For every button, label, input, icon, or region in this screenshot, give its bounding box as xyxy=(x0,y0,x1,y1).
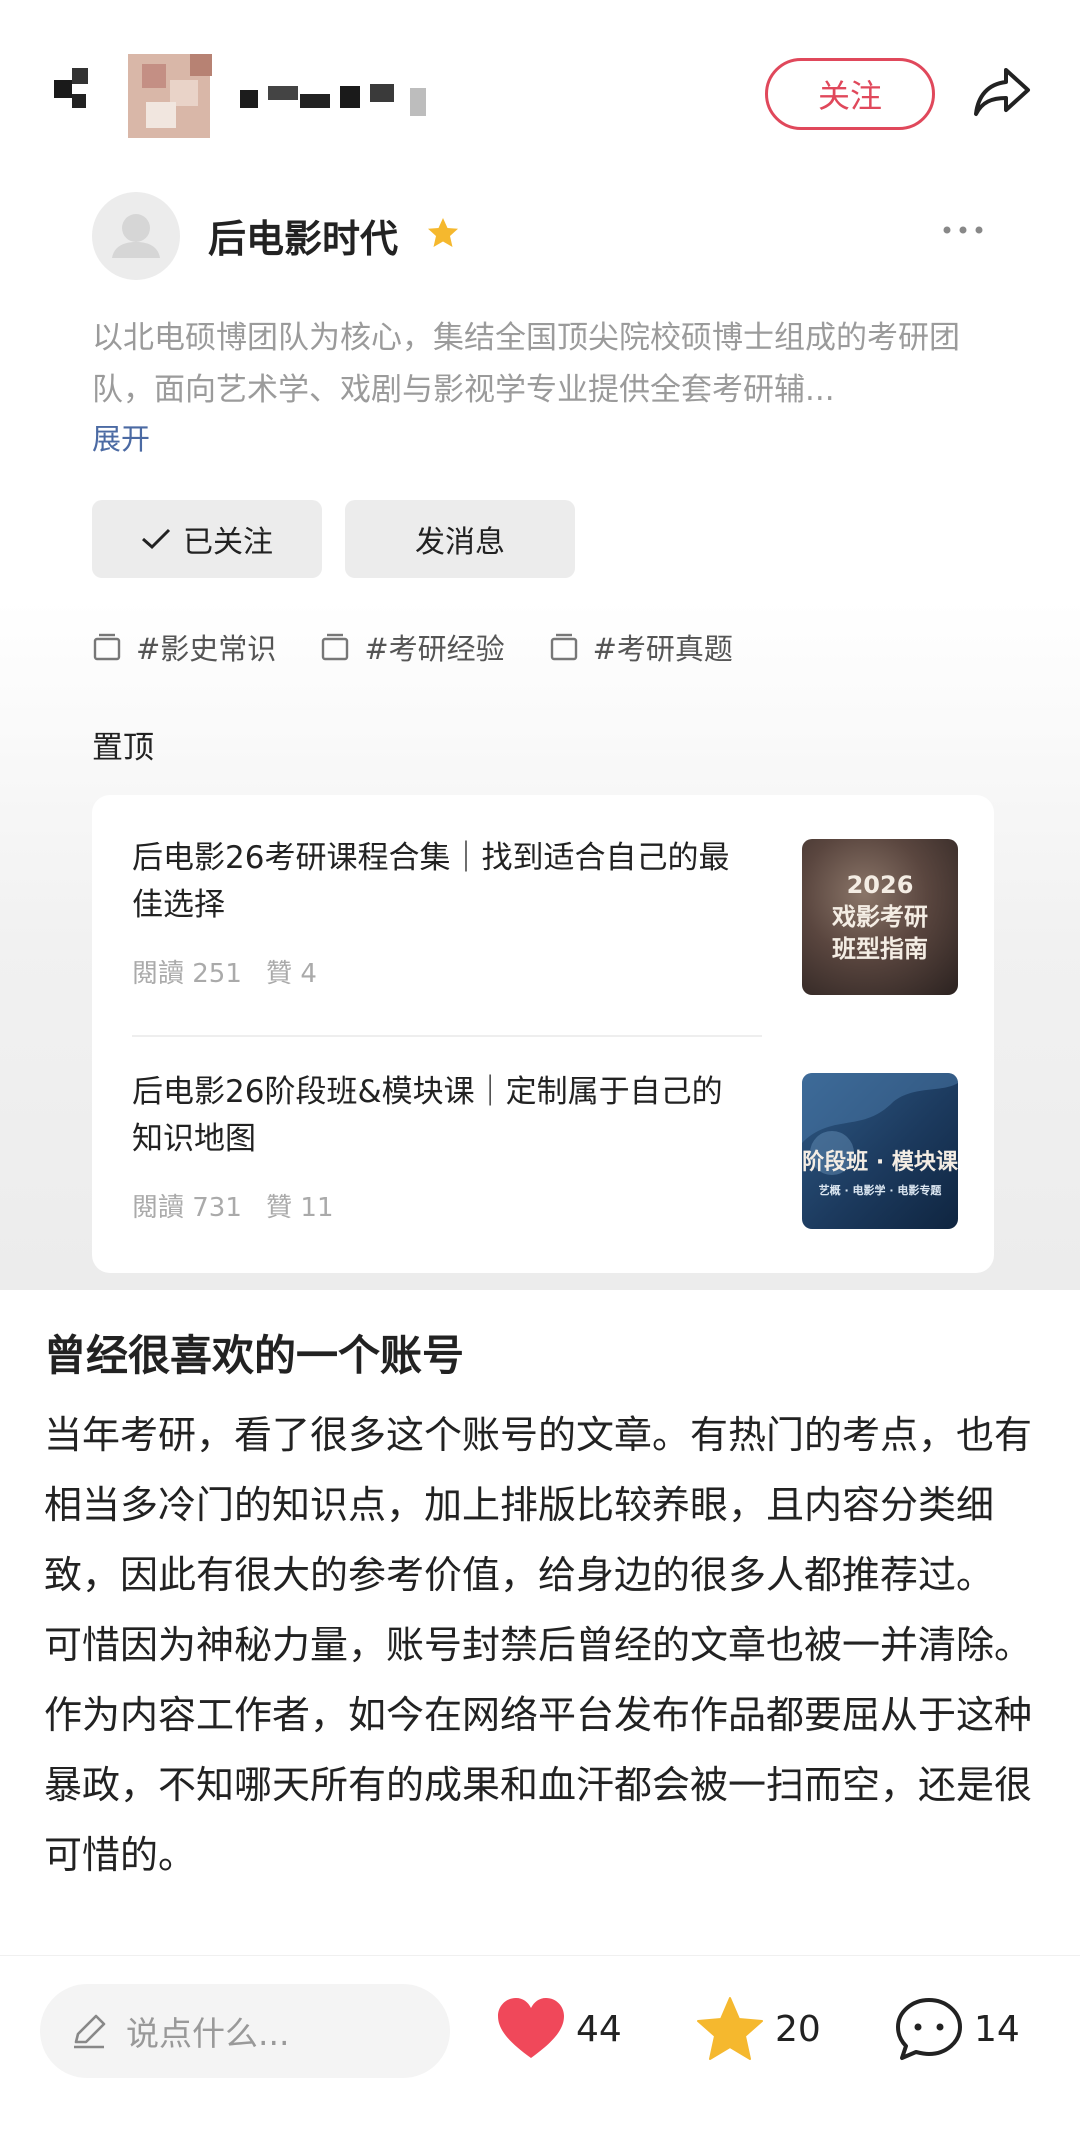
tag-item[interactable]: #考研经验 xyxy=(320,626,505,668)
profile-section: 后电影时代 以北电硕博团队为核心，集结全国顶尖院校硕博士组成的考研团队，面向艺术… xyxy=(0,180,1080,1290)
followed-label: 已关注 xyxy=(183,525,273,560)
tag-label: #考研真题 xyxy=(592,632,733,666)
pinned-card: 后电影26考研课程合集｜找到适合自己的最佳选择 閱讀 251 贊 4 2026 … xyxy=(92,795,994,1273)
tag-label: #影史常识 xyxy=(136,632,277,666)
tag-item[interactable]: #考研真题 xyxy=(549,626,733,668)
account-name[interactable]: 后电影时代 xyxy=(208,208,398,263)
favorite-button[interactable]: 20 xyxy=(695,1996,821,2062)
post-paragraph: 当年考研，看了很多这个账号的文章。有热门的考点，也有相当多冷门的知识点，加上排版… xyxy=(44,1413,1033,1597)
star-badge-icon xyxy=(428,218,458,247)
thumbnail-text: 戏影考研 xyxy=(832,903,928,931)
more-options-icon[interactable] xyxy=(940,220,986,240)
favorite-count: 20 xyxy=(775,2008,821,2050)
star-icon xyxy=(697,1997,763,2060)
comment-bubble-icon xyxy=(896,1998,962,2060)
collection-icon xyxy=(550,633,577,661)
pinned-article-thumbnail: 2026 戏影考研 班型指南 xyxy=(802,839,958,995)
check-icon xyxy=(142,528,171,550)
pinned-article-meta: 閱讀 251 贊 4 xyxy=(132,953,333,990)
bottom-action-bar: 说点什么... 44 20 14 xyxy=(0,1955,1080,2139)
collection-icon xyxy=(322,633,349,661)
pinned-article[interactable]: 后电影26考研课程合集｜找到适合自己的最佳选择 閱讀 251 贊 4 2026 … xyxy=(132,835,958,1035)
read-count: 閱讀 251 xyxy=(132,959,242,989)
top-bar: 关注 xyxy=(0,0,1080,180)
share-icon[interactable] xyxy=(970,62,1034,122)
pinned-article-title: 后电影26考研课程合集｜找到适合自己的最佳选择 xyxy=(132,840,730,923)
pinned-heading: 置顶 xyxy=(92,730,154,766)
followed-button[interactable]: 已关注 xyxy=(92,500,322,578)
account-bio: 以北电硕博团队为核心，集结全国顶尖院校硕博士组成的考研团队，面向艺术学、戏剧与影… xyxy=(92,320,960,408)
default-avatar-icon xyxy=(112,214,160,258)
account-avatar[interactable] xyxy=(92,192,180,280)
comment-button[interactable]: 14 xyxy=(894,1996,1020,2062)
like-count: 44 xyxy=(576,2008,622,2050)
pixelated-avatar[interactable] xyxy=(50,50,490,138)
post-title: 曾经很喜欢的一个账号 xyxy=(44,1331,465,1380)
post-paragraph: 可惜因为神秘力量，账号封禁后曾经的文章也被一并清除。作为内容工作者，如今在网络平… xyxy=(44,1623,1033,1877)
divider xyxy=(132,1035,762,1037)
like-count: 贊 11 xyxy=(266,1193,334,1223)
pinned-article-title: 后电影26阶段班&模块课｜定制属于自己的知识地图 xyxy=(132,1074,723,1157)
pinned-article-thumbnail: 阶段班 · 模块课 艺概 · 电影学 · 电影专题 xyxy=(802,1073,958,1229)
comment-input[interactable]: 说点什么... xyxy=(40,1984,450,2078)
thumbnail-text: 班型指南 xyxy=(832,935,928,963)
collection-icon xyxy=(93,633,121,661)
thumbnail-text: 2026 xyxy=(846,871,914,899)
tag-list: #影史常识 #考研经验 #考研真题 xyxy=(92,626,777,668)
heart-icon xyxy=(498,1998,564,2058)
tag-label: #考研经验 xyxy=(364,632,505,666)
like-count: 贊 4 xyxy=(266,959,317,989)
expand-link[interactable]: 展开 xyxy=(92,416,150,458)
pen-icon xyxy=(74,2014,106,2049)
like-button[interactable]: 44 xyxy=(496,1996,622,2062)
thumbnail-text: 阶段班 · 模块课 xyxy=(802,1150,958,1175)
tag-item[interactable]: #影史常识 xyxy=(92,626,276,668)
message-button[interactable]: 发消息 xyxy=(345,500,575,578)
post-body: 当年考研，看了很多这个账号的文章。有热门的考点，也有相当多冷门的知识点，加上排版… xyxy=(44,1400,1034,1890)
pinned-article[interactable]: 后电影26阶段班&模块课｜定制属于自己的知识地图 閱讀 731 贊 11 阶段班… xyxy=(132,1069,958,1269)
comment-placeholder: 说点什么... xyxy=(126,2014,290,2053)
read-count: 閱讀 731 xyxy=(132,1193,242,1223)
comment-count: 14 xyxy=(974,2008,1020,2050)
pinned-article-meta: 閱讀 731 贊 11 xyxy=(132,1187,350,1224)
thumbnail-subtext: 艺概 · 电影学 · 电影专题 xyxy=(818,1184,942,1197)
follow-button[interactable]: 关注 xyxy=(765,58,935,130)
